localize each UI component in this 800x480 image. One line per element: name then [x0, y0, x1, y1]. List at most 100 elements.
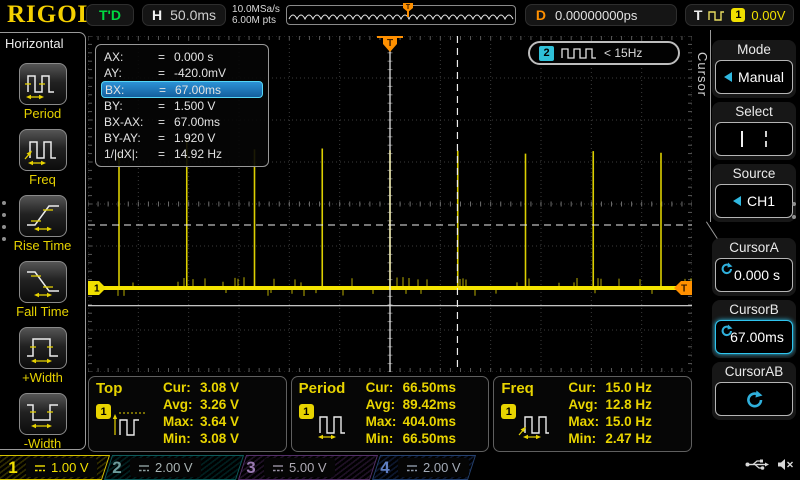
rise-time-label: Rise Time — [0, 238, 85, 253]
minus-width-label: -Width — [0, 436, 85, 451]
rise-time-icon — [23, 200, 63, 232]
cursor-measurement-panel: AX:=0.000 s AY:=-420.0mV BX:=67.00ms BY:… — [95, 44, 269, 167]
trigger-source-badge: 1 — [731, 8, 745, 22]
softkey-cursor-b[interactable]: CursorB 67.00ms — [712, 300, 796, 358]
cursor-row-by: BY:=1.500 V — [101, 98, 263, 114]
channel-scale: 1.00 V — [51, 460, 89, 475]
channel-status-bar: 1 1.00 V 2 2.00 V 3 5.00 V — [0, 455, 800, 480]
trigger-status-badge: T'D — [86, 4, 134, 26]
channel-scale: 2.00 V — [423, 460, 461, 475]
meas-row-avg: Avg:89.42ms — [366, 397, 456, 414]
cursor-a-line-icon — [741, 131, 743, 147]
period-button[interactable] — [19, 63, 67, 105]
softkey-select[interactable]: Select — [712, 102, 796, 160]
measurement-panel-period: Period 1 Cur:66.50ms Avg:89.42ms Max:404… — [291, 376, 490, 452]
softkey-source[interactable]: Source CH1 — [712, 164, 796, 222]
channel-4-indicator[interactable]: 4 2.00 V — [372, 455, 476, 480]
channel-number: 3 — [243, 458, 259, 478]
trigger-label: T — [694, 7, 703, 23]
plus-width-button[interactable] — [19, 327, 67, 369]
rotate-knob-icon — [720, 324, 733, 337]
channel-scale: 5.00 V — [289, 460, 327, 475]
svg-text:T: T — [406, 4, 411, 11]
plus-width-icon — [23, 332, 63, 364]
menu-tab-title: Cursor — [695, 52, 710, 97]
freq-icon — [23, 134, 63, 166]
oscilloscope-screen: RIGOL T'D H 50.0ms 10.0MSa/s 6.00M pts T… — [0, 0, 800, 480]
h-label: H — [152, 7, 162, 23]
source-value-box[interactable]: CH1 — [715, 184, 793, 218]
rotate-knob-icon — [720, 262, 733, 275]
cursor-row-bx-ax: BX-AX:=67.00ms — [101, 114, 263, 130]
sample-rate: 10.0MSa/s — [232, 4, 280, 15]
fall-time-button[interactable] — [19, 261, 67, 303]
freq-button[interactable] — [19, 129, 67, 171]
softkey-cursor-ab[interactable]: CursorAB — [712, 362, 796, 420]
meas-row-cur: Cur:3.08 V — [163, 380, 239, 397]
channel-number: 2 — [109, 458, 125, 478]
measurement-panel-top: Top 1 Cur:3.08 V Avg:3.26 V Max:3.64 V M… — [88, 376, 287, 452]
right-softkey-menu: Cursor Mode Manual Select Source CH1 Cur… — [696, 30, 800, 455]
channel-scale: 2.00 V — [155, 460, 193, 475]
meas-row-cur: Cur:66.50ms — [366, 380, 456, 397]
measurement-row: Top 1 Cur:3.08 V Avg:3.26 V Max:3.64 V M… — [88, 376, 692, 452]
menu-item-fall-time[interactable]: Fall Time — [0, 261, 85, 319]
meas-row-cur: Cur:15.0 Hz — [568, 380, 652, 397]
svg-text:T: T — [681, 284, 687, 295]
period-measure-icon — [314, 409, 354, 439]
period-label: Period — [0, 106, 85, 121]
memory-waveform-preview — [288, 7, 514, 23]
cursor-a-value-box[interactable]: 0.000 s — [715, 258, 793, 292]
cursor-b-value-box[interactable]: 67.00ms — [715, 320, 793, 354]
softkey-cursor-a[interactable]: CursorA 0.000 s — [712, 238, 796, 296]
display-area: T1T AX:=0.000 s AY:=-420.0mV BX:=67.00ms… — [88, 30, 696, 455]
top-status-bar: RIGOL T'D H 50.0ms 10.0MSa/s 6.00M pts T… — [0, 0, 800, 30]
horizontal-scale-box: H 50.0ms — [142, 4, 226, 26]
meas-row-max: Max:404.0ms — [366, 414, 456, 431]
right-menu-page-dots — [792, 202, 796, 219]
menu-item-minus-width[interactable]: -Width — [0, 393, 85, 451]
fall-time-label: Fall Time — [0, 304, 85, 319]
rise-time-button[interactable] — [19, 195, 67, 237]
channel-badge: 1 — [96, 404, 111, 419]
plus-width-label: +Width — [0, 370, 85, 385]
channel-badge: 1 — [299, 404, 314, 419]
channel-2-indicator[interactable]: 2 2.00 V — [104, 455, 244, 480]
minus-width-button[interactable] — [19, 393, 67, 435]
h-value: 50.0ms — [170, 7, 216, 23]
left-arrow-icon — [733, 196, 741, 206]
minus-width-icon — [23, 398, 63, 430]
meas-row-avg: Avg:12.8 Hz — [568, 397, 652, 414]
rigol-logo: RIGOL — [7, 1, 81, 29]
memory-depth: 6.00M pts — [232, 15, 280, 26]
svg-text:1: 1 — [94, 284, 100, 295]
menu-item-rise-time[interactable]: Rise Time — [0, 195, 85, 253]
left-menu-title: Horizontal — [0, 33, 85, 51]
measurement-panel-freq: Freq 1 Cur:15.0 Hz Avg:12.8 Hz Max:15.0 … — [493, 376, 692, 452]
pulse-trigger-icon — [708, 9, 725, 22]
period-icon — [23, 68, 63, 100]
freq-badge-channel: 2 — [539, 46, 554, 61]
cursor-b-line-icon — [765, 131, 767, 147]
left-arrow-icon — [724, 72, 732, 82]
freq-measure-icon — [516, 409, 556, 439]
menu-item-plus-width[interactable]: +Width — [0, 327, 85, 385]
timebase-position-strip: T — [286, 5, 516, 25]
freq-label: Freq — [0, 172, 85, 187]
menu-tab-divider — [710, 30, 711, 222]
channel-1-indicator[interactable]: 1 1.00 V — [0, 455, 110, 480]
select-value-box[interactable] — [715, 122, 793, 156]
left-measure-menu: Horizontal Period F — [0, 32, 86, 450]
freq-badge-value: < 15Hz — [604, 46, 642, 60]
dc-coupling-icon — [406, 463, 418, 473]
menu-item-freq[interactable]: Freq — [0, 129, 85, 187]
cursor-ab-value-box[interactable] — [715, 382, 793, 416]
softkey-mode[interactable]: Mode Manual — [712, 40, 796, 98]
trigger-delay-box: D 0.00000000ps — [525, 4, 677, 26]
mode-value-box[interactable]: Manual — [715, 60, 793, 94]
meas-row-min: Min:3.08 V — [163, 431, 239, 448]
left-menu-page-dots — [2, 201, 6, 241]
channel-number: 1 — [5, 458, 21, 478]
channel-3-indicator[interactable]: 3 5.00 V — [238, 455, 378, 480]
menu-item-period[interactable]: Period — [0, 63, 85, 121]
